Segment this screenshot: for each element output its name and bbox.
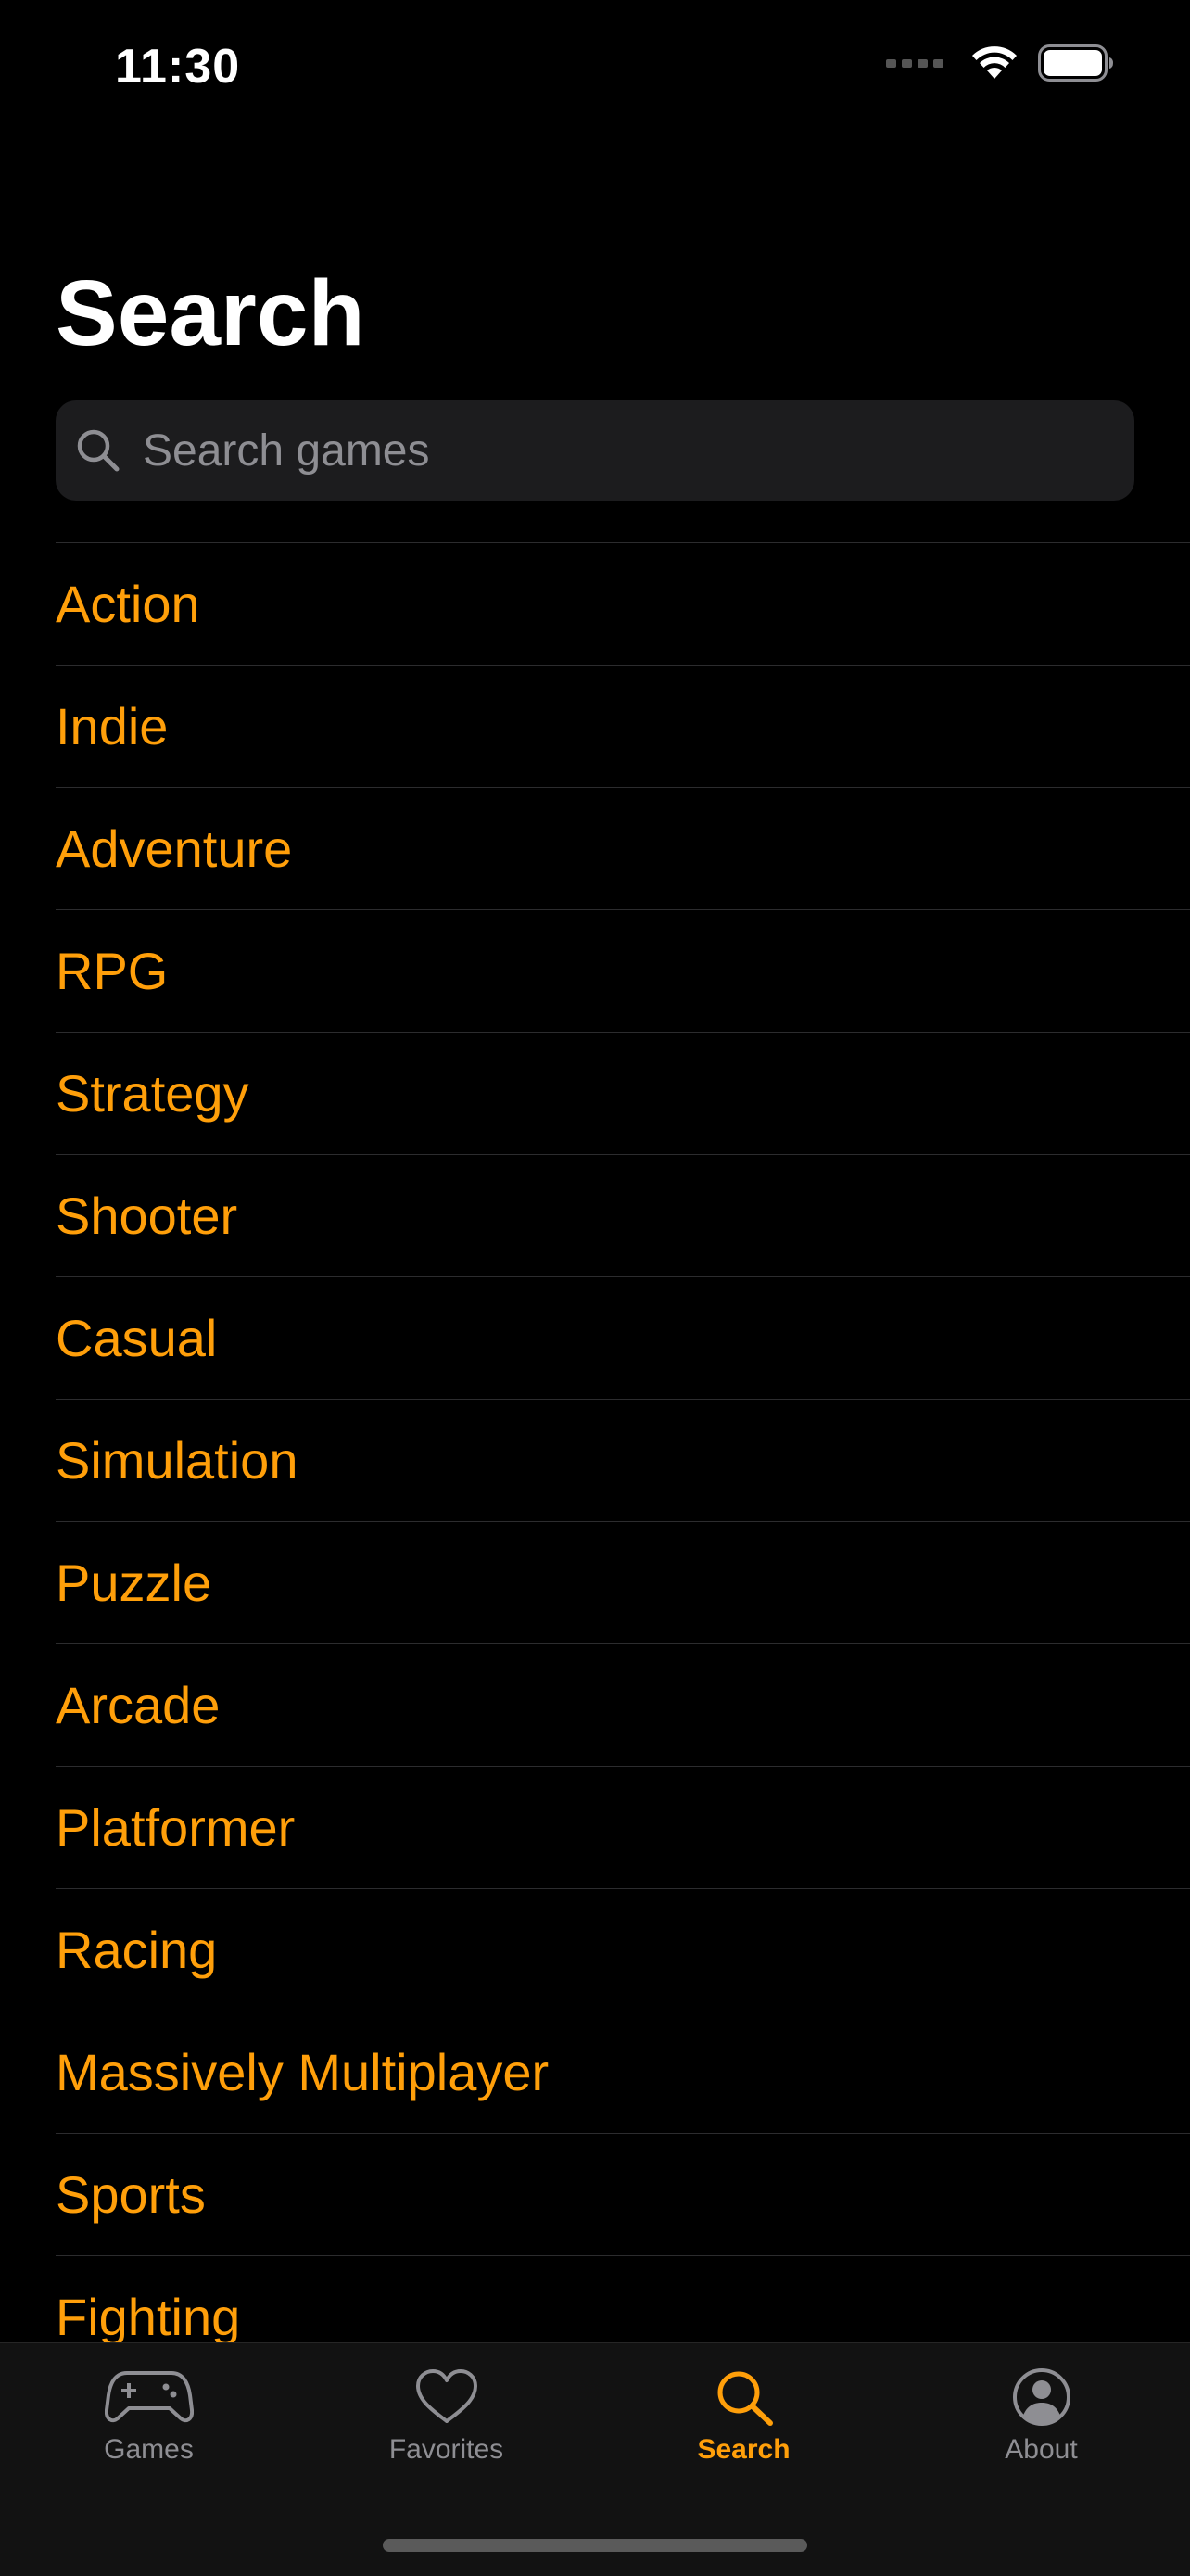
genre-item-shooter[interactable]: Shooter xyxy=(56,1155,1190,1277)
genre-item-action[interactable]: Action xyxy=(56,543,1190,666)
genre-item-sports[interactable]: Sports xyxy=(56,2134,1190,2256)
heart-icon xyxy=(415,2369,477,2423)
search-field[interactable] xyxy=(56,400,1134,501)
genre-item-casual[interactable]: Casual xyxy=(56,1277,1190,1400)
magnifier-icon xyxy=(717,2371,773,2426)
search-input[interactable] xyxy=(143,425,1134,476)
home-indicator xyxy=(383,2539,807,2552)
genre-list: Action Indie Adventure RPG Strategy Shoo… xyxy=(56,542,1190,2379)
cellular-signal-icon xyxy=(886,58,943,68)
tab-search-label: Search xyxy=(697,2434,791,2465)
genre-item-indie[interactable]: Indie xyxy=(56,666,1190,788)
genre-item-massively-multiplayer[interactable]: Massively Multiplayer xyxy=(56,2011,1190,2134)
wifi-icon xyxy=(972,46,1017,79)
tab-games[interactable]: Games xyxy=(0,2343,298,2576)
battery-icon xyxy=(1038,44,1113,82)
genre-item-racing[interactable]: Racing xyxy=(56,1889,1190,2011)
status-bar: 11:30 xyxy=(0,0,1190,139)
genre-item-platformer[interactable]: Platformer xyxy=(56,1767,1190,1889)
tab-about[interactable]: About xyxy=(892,2343,1190,2576)
tab-games-label: Games xyxy=(104,2434,194,2465)
genre-item-rpg[interactable]: RPG xyxy=(56,910,1190,1033)
gamepad-icon xyxy=(104,2371,194,2423)
genre-item-adventure[interactable]: Adventure xyxy=(56,788,1190,910)
status-time: 11:30 xyxy=(115,40,241,94)
person-circle-icon xyxy=(1012,2368,1070,2426)
search-icon xyxy=(77,429,120,472)
tab-about-label: About xyxy=(1005,2434,1078,2465)
genre-item-puzzle[interactable]: Puzzle xyxy=(56,1522,1190,1644)
genre-item-simulation[interactable]: Simulation xyxy=(56,1400,1190,1522)
page-title: Search xyxy=(56,261,365,365)
tab-favorites-label: Favorites xyxy=(388,2434,504,2465)
status-indicators xyxy=(886,44,1114,82)
genre-item-strategy[interactable]: Strategy xyxy=(56,1033,1190,1155)
genre-item-arcade[interactable]: Arcade xyxy=(56,1644,1190,1767)
